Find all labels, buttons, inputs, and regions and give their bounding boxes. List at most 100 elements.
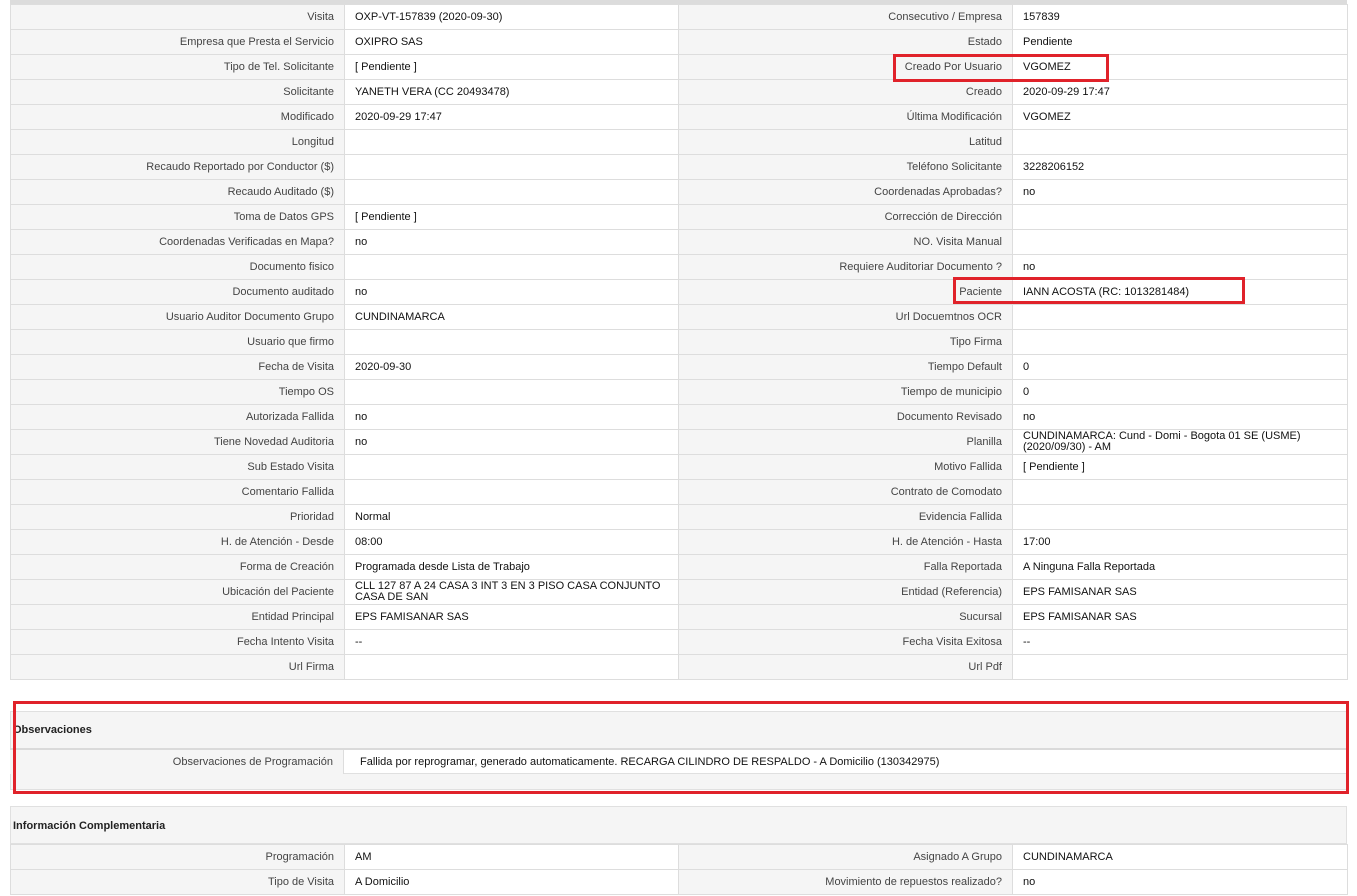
observaciones-row: Observaciones de Programación Fallida po…: [10, 748, 1347, 774]
evidencia-fallida-value: [1012, 504, 1348, 530]
tipo-de-visita-label: Tipo de Visita: [10, 869, 345, 895]
table-row: Tipo de Tel. Solicitante[ Pendiente ] Cre…: [10, 54, 1348, 80]
entidad-principal-label: Entidad Principal: [10, 604, 345, 630]
documento-auditado-value: no: [344, 279, 679, 305]
url-pdf-value: [1012, 654, 1348, 680]
table-row: Recaudo Reportado por Conductor ($) Teléf…: [10, 154, 1348, 180]
fecha-de-visita-label: Fecha de Visita: [10, 354, 345, 380]
entidad-principal-value: EPS FAMISANAR SAS: [344, 604, 679, 630]
table-row: Coordenadas Verificadas en Mapa? no NO. V…: [10, 229, 1348, 255]
consecutivo-empresa-value: 157839: [1012, 4, 1348, 30]
table-row: Autorizada Fallida no Documento Revisado …: [10, 404, 1348, 430]
requiere-auditoriar-documento-value: no: [1012, 254, 1348, 280]
table-row: Toma de Datos GPS[ Pendiente ] Corrección…: [10, 204, 1348, 230]
telefono-solicitante-value: 3228206152: [1012, 154, 1348, 180]
forma-de-creacion-label: Forma de Creación: [10, 554, 345, 580]
programacion-label: Programación: [10, 844, 345, 870]
consecutivo-empresa-label: Consecutivo / Empresa: [678, 4, 1013, 30]
prioridad-label: Prioridad: [10, 504, 345, 530]
url-docuemtnos-ocr-label: Url Docuemtnos OCR: [678, 304, 1013, 330]
correccion-de-direccion-label: Corrección de Dirección: [678, 204, 1013, 230]
table-row: Longitud Latitud: [10, 129, 1348, 155]
comentario-fallida-label: Comentario Fallida: [10, 479, 345, 505]
h-de-atencion-desde-value: 08:00: [344, 529, 679, 555]
movimiento-de-repuestos-realizado-value: no: [1012, 869, 1348, 895]
programacion-value: AM: [344, 844, 679, 870]
visit-details-table: Visita OXP-VT-157839 (2020-09-30) Consecut…: [10, 4, 1348, 680]
modificado-value: 2020-09-29 17:47: [344, 104, 679, 130]
fecha-visita-exitosa-value: --: [1012, 629, 1348, 655]
latitud-label: Latitud: [678, 129, 1013, 155]
table-row: Tiene Novedad Auditoria no Planilla CUNDIN…: [10, 429, 1348, 455]
entidad-referencia-label: Entidad (Referencia): [678, 579, 1013, 605]
table-row: Usuario que firmo Tipo Firma: [10, 329, 1348, 355]
autorizada-fallida-value: no: [344, 404, 679, 430]
empresa-que-presta-el-servicio-value: OXIPRO SAS: [344, 29, 679, 55]
tiene-novedad-auditoria-value: no: [344, 429, 679, 455]
observaciones-programacion-label: Observaciones de Programación: [10, 750, 344, 774]
coordenadas-aprobadas-value: no: [1012, 179, 1348, 205]
info-complementaria-panel: [10, 806, 1347, 844]
paciente-label: Paciente: [678, 279, 1013, 305]
latitud-value: [1012, 129, 1348, 155]
tipo-firma-label: Tipo Firma: [678, 329, 1013, 355]
url-docuemtnos-ocr-value: [1012, 304, 1348, 330]
tiempo-os-value: [344, 379, 679, 405]
coordenadas-verificadas-en-mapa-value: no: [344, 229, 679, 255]
solicitante-value: YANETH VERA (CC 20493478): [344, 79, 679, 105]
observaciones-title: Observaciones: [13, 724, 92, 736]
tipo-de-tel-solicitante-label: Tipo de Tel. Solicitante: [10, 54, 345, 80]
creado-por-usuario-label: Creado Por Usuario: [678, 54, 1013, 80]
table-row: Programación AM Asignado A Grupo CUNDINAMAR…: [10, 844, 1348, 870]
sub-estado-visita-value: [344, 454, 679, 480]
empresa-que-presta-el-servicio-label: Empresa que Presta el Servicio: [10, 29, 345, 55]
longitud-value: [344, 129, 679, 155]
table-row: Ubicación del Paciente CLL 127 87 A 24 CA…: [10, 579, 1348, 605]
no-visita-manual-label: NO. Visita Manual: [678, 229, 1013, 255]
estado-label: Estado: [678, 29, 1013, 55]
creado-label: Creado: [678, 79, 1013, 105]
paciente-value: IANN ACOSTA (RC: 1013281484): [1012, 279, 1348, 305]
table-row: Fecha de Visita 2020-09-30 Tiempo Default…: [10, 354, 1348, 380]
planilla-label: Planilla: [678, 429, 1013, 455]
tiempo-de-municipio-label: Tiempo de municipio: [678, 379, 1013, 405]
recaudo-reportado-por-conductor-label: Recaudo Reportado por Conductor ($): [10, 154, 345, 180]
fecha-intento-visita-label: Fecha Intento Visita: [10, 629, 345, 655]
url-pdf-label: Url Pdf: [678, 654, 1013, 680]
recaudo-auditado-value: [344, 179, 679, 205]
table-row: Sub Estado Visita Motivo Fallida[ Pendien…: [10, 454, 1348, 480]
tiempo-default-value: 0: [1012, 354, 1348, 380]
ubicacion-del-paciente-value: CLL 127 87 A 24 CASA 3 INT 3 EN 3 PISO C…: [344, 579, 679, 605]
table-row: Url Firma Url Pdf: [10, 654, 1348, 680]
estado-value: Pendiente: [1012, 29, 1348, 55]
table-row: Recaudo Auditado ($) Coordenadas Aprobada…: [10, 179, 1348, 205]
usuario-auditor-documento-grupo-label: Usuario Auditor Documento Grupo: [10, 304, 345, 330]
ultima-modificacion-label: Última Modificación: [678, 104, 1013, 130]
no-visita-manual-value: [1012, 229, 1348, 255]
planilla-value: CUNDINAMARCA: Cund - Domi - Bogota 01 SE…: [1012, 429, 1348, 455]
tipo-de-visita-value: A Domicilio: [344, 869, 679, 895]
usuario-que-firmo-value: [344, 329, 679, 355]
ultima-modificacion-value: VGOMEZ: [1012, 104, 1348, 130]
forma-de-creacion-value: Programada desde Lista de Trabajo: [344, 554, 679, 580]
tipo-firma-value: [1012, 329, 1348, 355]
table-row: Prioridad Normal Evidencia Fallida: [10, 504, 1348, 530]
requiere-auditoriar-documento-label: Requiere Auditoriar Documento ?: [678, 254, 1013, 280]
table-row: Comentario Fallida Contrato de Comodato: [10, 479, 1348, 505]
toma-de-datos-gps-label: Toma de Datos GPS: [10, 204, 345, 230]
entidad-referencia-value: EPS FAMISANAR SAS: [1012, 579, 1348, 605]
visita-label: Visita: [10, 4, 345, 30]
prioridad-value: Normal: [344, 504, 679, 530]
table-row: Empresa que Presta el Servicio OXIPRO SAS…: [10, 29, 1348, 55]
telefono-solicitante-label: Teléfono Solicitante: [678, 154, 1013, 180]
table-row: H. de Atención - Desde 08:00 H. de Atenció…: [10, 529, 1348, 555]
documento-revisado-label: Documento Revisado: [678, 404, 1013, 430]
falla-reportada-value: A Ninguna Falla Reportada: [1012, 554, 1348, 580]
table-row: Documento fisico Requiere Auditoriar Docu…: [10, 254, 1348, 280]
table-row: Modificado 2020-09-29 17:47 Última Modific…: [10, 104, 1348, 130]
fecha-visita-exitosa-label: Fecha Visita Exitosa: [678, 629, 1013, 655]
autorizada-fallida-label: Autorizada Fallida: [10, 404, 345, 430]
usuario-auditor-documento-grupo-value: CUNDINAMARCA: [344, 304, 679, 330]
h-de-atencion-desde-label: H. de Atención - Desde: [10, 529, 345, 555]
coordenadas-verificadas-en-mapa-label: Coordenadas Verificadas en Mapa?: [10, 229, 345, 255]
